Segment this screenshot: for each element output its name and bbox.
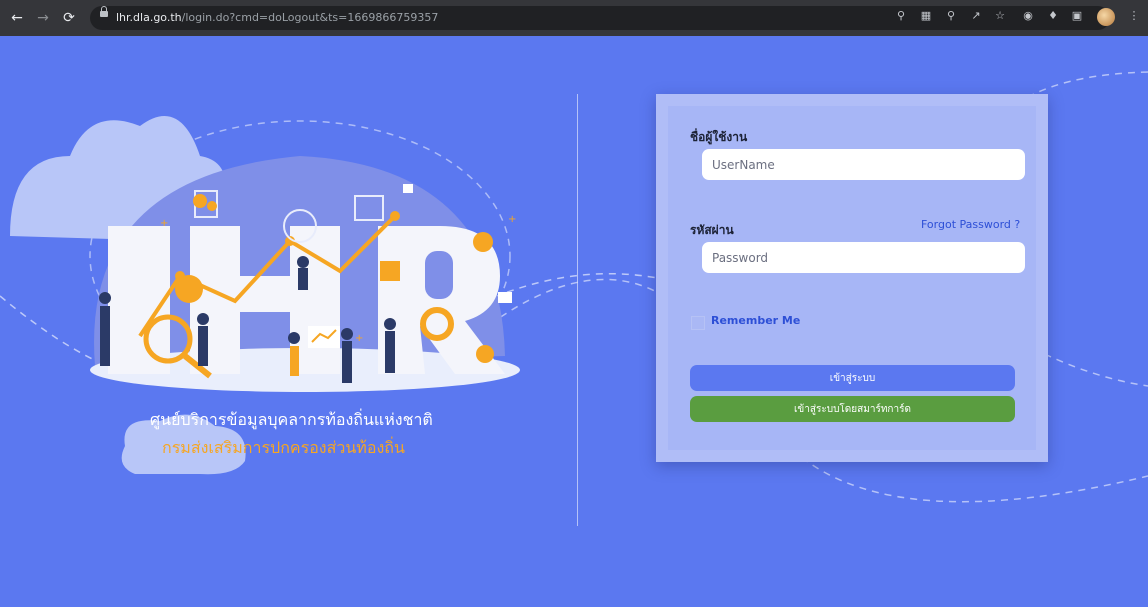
lhr-logo	[108, 226, 505, 374]
username-label: ชื่อผู้ใช้งาน	[690, 130, 748, 144]
forgot-password-link[interactable]: Forgot Password ?	[921, 218, 1020, 231]
menu-kebab-icon[interactable]: ⋮	[1126, 8, 1142, 24]
hero-subtitle: กรมส่งเสริมการปกครองส่วนท้องถิ่น	[162, 438, 405, 457]
svg-text:+: +	[355, 333, 363, 344]
username-input[interactable]	[702, 149, 1025, 180]
login-page: + + + ศูนย์บริการข้อมูลบุคลากรท้องถิ่นแห…	[0, 36, 1148, 607]
url-text: lhr.dla.go.th/login.do?cmd=doLogout&ts=1…	[116, 11, 439, 24]
extensions-puzzle-icon[interactable]: ♦	[1045, 8, 1061, 24]
svg-text:+: +	[508, 214, 516, 225]
zoom-icon[interactable]: ⚲	[943, 8, 959, 24]
extension-camera-icon[interactable]: ◉	[1020, 8, 1036, 24]
remember-me-checkbox[interactable]	[691, 316, 705, 330]
hero-title: ศูนย์บริการข้อมูลบุคลากรท้องถิ่นแห่งชาติ	[150, 410, 433, 429]
share-icon[interactable]: ↗	[968, 8, 984, 24]
vertical-divider	[577, 94, 578, 526]
login-button[interactable]: เข้าสู่ระบบ	[690, 365, 1015, 391]
forward-icon[interactable]: →	[34, 9, 52, 27]
password-input[interactable]	[702, 242, 1025, 273]
key-icon[interactable]: ⚲	[893, 8, 909, 24]
browser-toolbar: ← → ⟳ lhr.dla.go.th/login.do?cmd=doLogou…	[0, 0, 1148, 36]
profile-avatar[interactable]	[1097, 8, 1115, 26]
translate-icon[interactable]: ▦	[918, 8, 934, 24]
side-panel-icon[interactable]: ▣	[1069, 8, 1085, 24]
back-icon[interactable]: ←	[8, 9, 26, 27]
remember-me-label[interactable]: Remember Me	[711, 314, 800, 327]
reload-icon[interactable]: ⟳	[60, 9, 78, 27]
lock-icon	[100, 6, 108, 17]
bookmark-star-icon[interactable]: ☆	[992, 8, 1008, 24]
password-label: รหัสผ่าน	[690, 223, 734, 237]
svg-text:+: +	[160, 218, 168, 229]
smartcard-login-button[interactable]: เข้าสู่ระบบโดยสมาร์ทการ์ด	[690, 396, 1015, 422]
